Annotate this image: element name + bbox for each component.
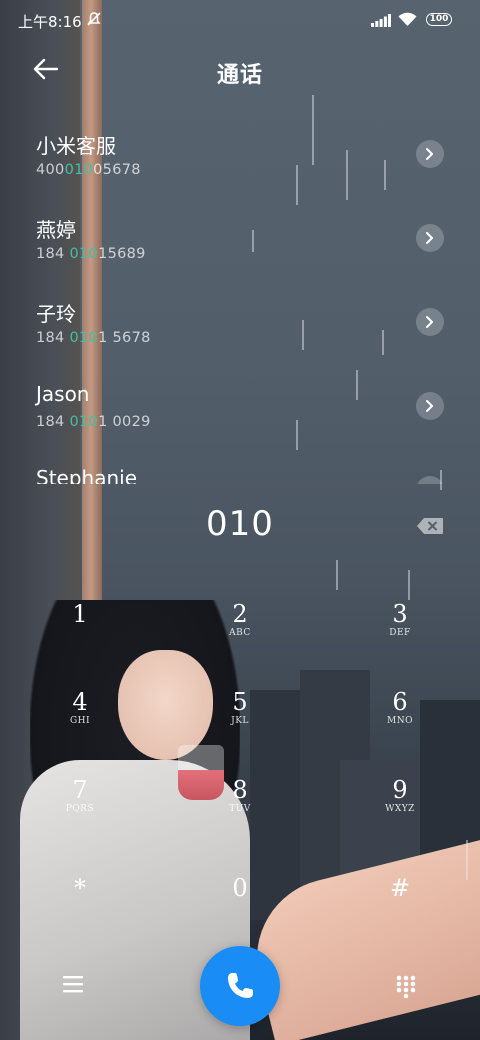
dial-key-6[interactable]: 6 MNO [345,688,455,768]
contact-number: 184 01015689 [36,246,146,262]
dial-key-hash[interactable]: # [345,874,455,954]
dial-key-9[interactable]: 9 WXYZ [345,776,455,856]
dial-key-0[interactable]: 0 [185,874,295,954]
contact-detail-button[interactable] [416,308,444,336]
contact-number: 184 0101 5678 [36,330,151,346]
dial-key-1[interactable]: 1 [25,600,135,680]
contact-row[interactable]: 燕婷 184 01015689 [0,196,480,280]
contact-number: 40001005678 [36,162,141,178]
chevron-right-icon [426,232,433,244]
battery-icon: 100 [426,13,452,26]
status-bar: 上午8:16 100 [0,0,480,40]
phone-icon [228,973,253,998]
chevron-right-icon [426,316,433,328]
chevron-right-icon [426,148,433,160]
contact-name: 子玲 [36,302,76,326]
call-button[interactable] [200,946,280,1026]
contact-row[interactable]: Jason 184 0101 0029 [0,364,480,448]
dial-key-2[interactable]: 2 ABC [185,600,295,680]
number-match-highlight: 010 [69,414,99,430]
signal-icon [371,14,391,27]
contact-row[interactable]: Stephanie [0,448,480,484]
menu-icon[interactable] [62,974,84,994]
contact-name: 小米客服 [36,134,116,158]
dialed-number-display: 010 [206,504,274,544]
number-match-highlight: 010 [64,162,94,178]
wifi-icon [398,12,417,26]
dial-key-star[interactable]: * [25,874,135,954]
contact-suggestion-list[interactable]: 小米客服 40001005678 燕婷 184 01015689 子玲 184 … [0,112,480,484]
contact-name: Stephanie [36,466,138,484]
contact-detail-button[interactable] [416,140,444,168]
contact-detail-button[interactable] [416,224,444,252]
dial-key-3[interactable]: 3 DEF [345,600,455,680]
contact-detail-button[interactable] [416,476,444,484]
dial-key-8[interactable]: 8 TUV [185,776,295,856]
dial-key-7[interactable]: 7 PQRS [25,776,135,856]
contact-row[interactable]: 小米客服 40001005678 [0,112,480,196]
contact-name: Jason [36,382,90,406]
status-time: 上午8:16 [18,13,82,31]
contact-number: 184 0101 0029 [36,414,151,430]
mute-icon [87,12,101,26]
dial-key-4[interactable]: 4 GHI [25,688,135,768]
contact-name: 燕婷 [36,218,76,242]
page-title: 通话 [216,63,263,88]
contact-detail-button[interactable] [416,392,444,420]
number-match-highlight: 010 [69,246,99,262]
dial-key-5[interactable]: 5 JKL [185,688,295,768]
contact-row[interactable]: 子玲 184 0101 5678 [0,280,480,364]
backspace-icon[interactable] [417,518,443,534]
dialpad-icon[interactable] [396,975,416,999]
number-match-highlight: 010 [69,330,99,346]
chevron-right-icon [426,400,433,412]
